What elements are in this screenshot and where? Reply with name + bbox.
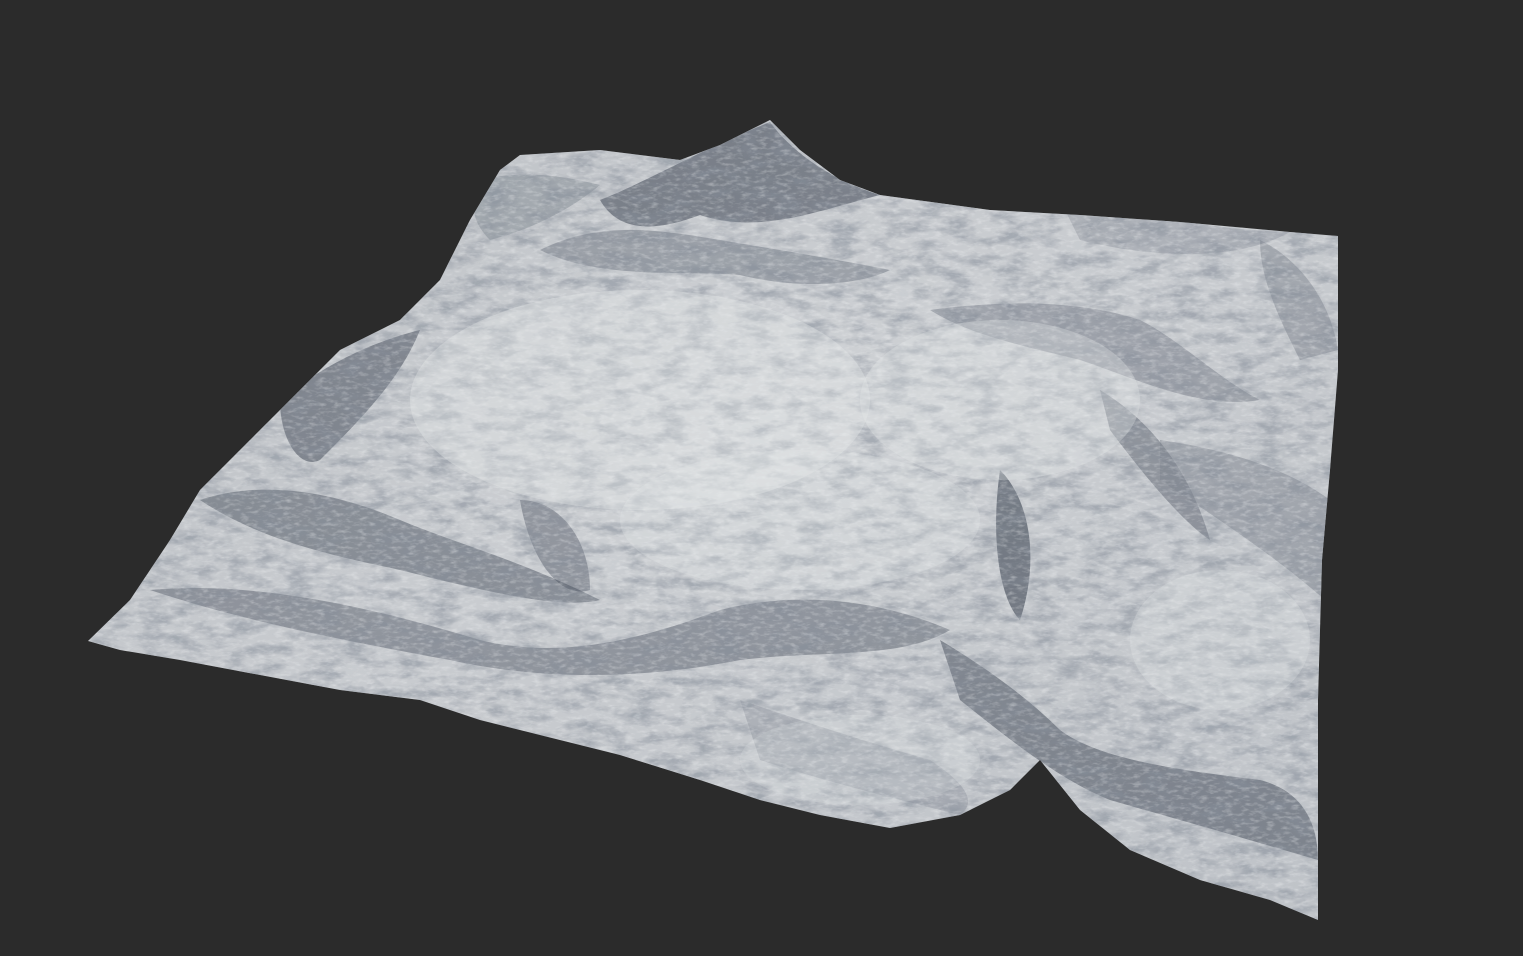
terrain-mesh: [88, 120, 1338, 920]
render-viewport[interactable]: [0, 0, 1523, 956]
plateau-highlight-4: [740, 715, 980, 805]
plateau-highlight-2: [620, 450, 980, 590]
plateau-highlight-3: [1130, 570, 1310, 710]
plateau-highlight-1: [860, 320, 1140, 480]
